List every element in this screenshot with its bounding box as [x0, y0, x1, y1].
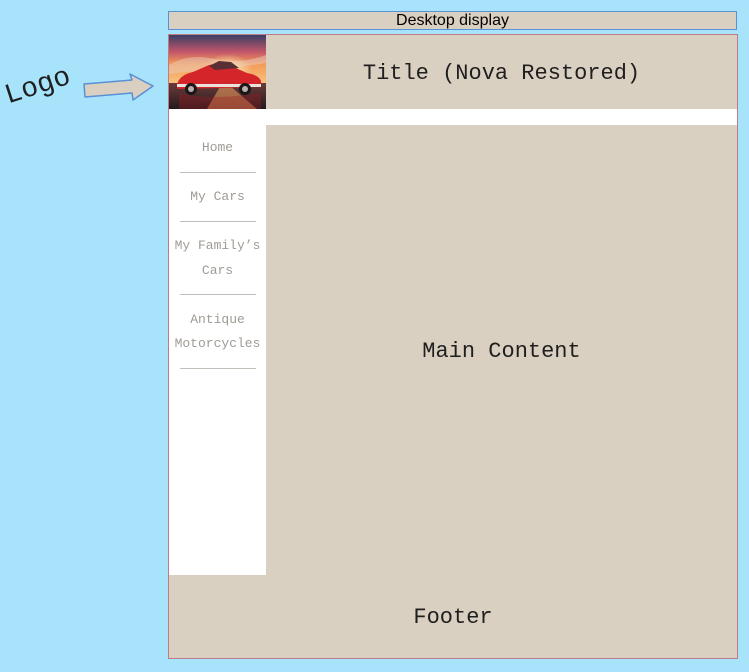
page-mockup: Title (Nova Restored) Home ——————————— M… — [168, 34, 738, 659]
right-arrow-icon — [83, 73, 154, 101]
footer: Footer — [413, 605, 493, 630]
nav-divider: ——————————— — [180, 213, 256, 229]
nav-divider: ——————————— — [180, 164, 256, 180]
logo-annotation-label: Logo — [1, 61, 75, 113]
header-divider — [169, 109, 737, 125]
nav-divider: ——————————— — [180, 287, 256, 302]
sidebar-item-my-cars[interactable]: My Cars — [169, 185, 266, 210]
sidebar-item-antique-motorcycles[interactable]: Antique Motorcycles — [169, 308, 266, 357]
sidebar-item-home[interactable]: Home — [169, 136, 266, 161]
logo[interactable] — [169, 35, 266, 109]
desktop-display-label: Desktop display — [168, 11, 737, 30]
red-classic-car-sunset-image — [169, 35, 266, 109]
sidebar-item-my-familys-cars[interactable]: My Family’s Cars — [169, 234, 266, 283]
main-content: Main Content — [422, 339, 581, 364]
sidebar-nav: Home ——————————— My Cars ——————————— My … — [169, 125, 266, 575]
page-title: Title (Nova Restored) — [362, 61, 641, 86]
nav-divider: ——————————— — [180, 360, 256, 376]
